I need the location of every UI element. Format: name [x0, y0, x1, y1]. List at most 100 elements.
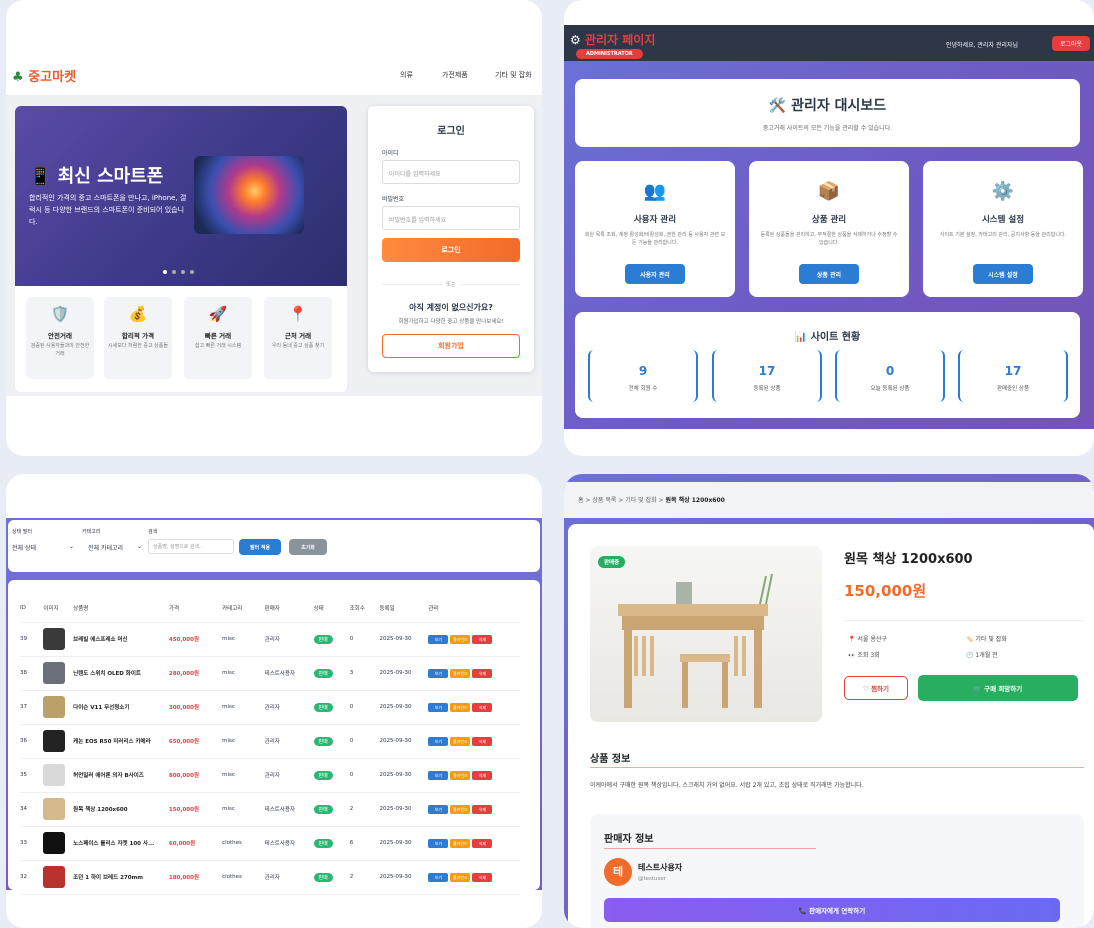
column-header: 등록일: [379, 605, 395, 612]
user-management-button[interactable]: 사용자 관리: [625, 264, 685, 284]
view-button[interactable]: 보기: [428, 668, 449, 678]
carousel-dots[interactable]: [163, 270, 194, 274]
apply-filter-button[interactable]: 필터 적용: [239, 539, 281, 555]
like-button[interactable]: ♡ 찜하기: [844, 676, 908, 700]
pw-label: 비밀번호: [382, 196, 405, 203]
hide-button[interactable]: 올라인드: [450, 872, 471, 882]
row-price: 150,000원: [168, 807, 200, 813]
row-date: 2025-09-30: [379, 670, 412, 676]
row-price: 450,000원: [168, 637, 200, 643]
nav-misc[interactable]: 기타 및 잡화: [495, 70, 532, 80]
row-name: 조던 1 하이 브레드 270mm: [73, 875, 144, 881]
status-filter-label: 상태 필터: [12, 529, 32, 535]
row-date: 2025-09-30: [379, 840, 412, 846]
id-input[interactable]: 아이디를 입력하세요: [382, 160, 520, 184]
view-button[interactable]: 보기: [428, 736, 449, 746]
product-thumbnail: [43, 798, 66, 820]
row-status: 판매: [313, 826, 350, 860]
reset-filter-button[interactable]: 초기화: [289, 539, 327, 555]
delete-button[interactable]: 삭제: [472, 702, 493, 712]
view-button[interactable]: 보기: [428, 804, 449, 814]
column-header: 카테고리: [222, 605, 243, 612]
buy-button[interactable]: 🛒 구매 희망하기: [918, 675, 1078, 701]
hide-button[interactable]: 올라인드: [450, 838, 471, 848]
delete-button[interactable]: 삭제: [472, 668, 493, 678]
feature-fast-trade: 🚀 빠른 거래 쉽고 빠른 거래 시스템: [184, 297, 252, 379]
hero-phone-image: [194, 156, 304, 234]
search-input[interactable]: 상품명, 설명으로 검색...: [148, 539, 234, 554]
table-header-row: ID 이미지 상품명 가격 카테고리 판매자 상태 조회수 등록일 관리: [20, 594, 520, 622]
product-thumbnail: [43, 832, 66, 854]
contact-seller-button[interactable]: 📞 판매자에게 연락하기: [604, 898, 1060, 922]
feature-nearby-trade: 📍 근처 거래 우리 동네 중고 상품 찾기: [264, 297, 332, 379]
hide-button[interactable]: 올라인드: [450, 634, 471, 644]
breadcrumb-list[interactable]: 상품 목록: [592, 497, 616, 504]
product-management-button[interactable]: 상품 관리: [799, 264, 859, 284]
row-views: 0: [349, 772, 354, 778]
category-filter-select[interactable]: 전체 카테고리 ⌄: [88, 540, 144, 554]
row-date: 2025-09-30: [379, 704, 412, 710]
table-row: 32 조던 1 하이 브레드 270mm 180,000원 clothes 관리자 판매 2…: [20, 860, 520, 894]
nav-clothes[interactable]: 의류: [400, 70, 413, 80]
row-actions: 보기 올라인드 삭제: [428, 724, 520, 758]
delete-button[interactable]: 삭제: [472, 634, 493, 644]
logout-button[interactable]: 로그아웃: [1052, 36, 1090, 51]
login-title: 로그인: [437, 126, 465, 137]
delete-button[interactable]: 삭제: [472, 736, 493, 746]
view-button[interactable]: 보기: [428, 770, 449, 780]
rocket-icon: 🚀: [208, 305, 228, 323]
delete-button[interactable]: 삭제: [472, 770, 493, 780]
breadcrumb-home[interactable]: 홈: [578, 497, 584, 504]
row-seller: 테스트사용자: [264, 671, 296, 677]
row-seller: 관리자: [264, 875, 280, 881]
chevron-down-icon: ⌄: [68, 543, 74, 550]
row-date: 2025-09-30: [379, 636, 412, 642]
delete-button[interactable]: 삭제: [472, 872, 493, 882]
status-filter-select[interactable]: 전체 상태 ⌄: [12, 540, 76, 554]
delete-button[interactable]: 삭제: [472, 838, 493, 848]
panel-product-admin-table: 상태 필터 전체 상태 ⌄ 카테고리 전체 카테고리 ⌄ 검색 상품명, 설명으로 …: [6, 474, 542, 928]
product-thumbnail: [43, 662, 66, 684]
card-system-settings: ⚙️ 시스템 설정 사이트 기본 설정, 카테고리 관리, 공지사항 등을 관리…: [923, 161, 1083, 297]
hide-button[interactable]: 올라인드: [450, 702, 471, 712]
row-actions: 보기 올라인드 삭제: [428, 656, 520, 690]
dashboard-title: 🛠️ 관리자 대시보드: [768, 98, 887, 114]
system-settings-button[interactable]: 시스템 설정: [973, 264, 1033, 284]
view-button[interactable]: 보기: [428, 634, 449, 644]
hide-button[interactable]: 올라인드: [450, 668, 471, 678]
view-button[interactable]: 보기: [428, 872, 449, 882]
hero-title: 📱 최신 스마트폰: [29, 166, 164, 187]
view-button[interactable]: 보기: [428, 702, 449, 712]
breadcrumb-category[interactable]: 기타 및 잡화: [625, 497, 656, 504]
admin-title: ⚙ 관리자 페이지: [570, 33, 656, 47]
recycle-icon: ♣: [12, 70, 24, 85]
row-category: misc: [222, 636, 235, 642]
row-thumbnail: [43, 622, 73, 656]
column-header: 관리: [428, 605, 439, 612]
product-info-title: 상품 정보: [590, 754, 631, 765]
delete-button[interactable]: 삭제: [472, 804, 493, 814]
hide-button[interactable]: 올라인드: [450, 736, 471, 746]
brand-logo[interactable]: ♣ 중고마켓: [12, 66, 76, 85]
row-seller: 관리자: [264, 739, 280, 745]
panel-admin-dashboard: ⚙ 관리자 페이지 ADMINISTRATOR 안녕하세요, 관리자 관리자님 …: [564, 0, 1094, 456]
nav-appliances[interactable]: 가전제품: [442, 70, 468, 80]
search-label: 검색: [148, 529, 158, 535]
info-divider: [590, 767, 1084, 768]
row-date: 2025-09-30: [379, 806, 412, 812]
row-thumbnail: [43, 656, 73, 690]
login-button[interactable]: 로그인: [382, 238, 520, 262]
seller-handle: @testuser: [638, 876, 667, 882]
row-category: misc: [222, 670, 235, 676]
hide-button[interactable]: 올라인드: [450, 804, 471, 814]
pw-input[interactable]: 비밀번호를 입력하세요: [382, 206, 520, 230]
table-row: 36 캐논 EOS R50 미러리스 카메라 650,000원 misc 관리자 판매 0 2…: [20, 724, 520, 758]
row-status: 판매: [313, 792, 350, 826]
row-id: 37: [20, 704, 27, 710]
signup-button[interactable]: 회원가입: [382, 334, 520, 358]
product-thumbnail: [43, 764, 66, 786]
view-button[interactable]: 보기: [428, 838, 449, 848]
product-thumbnail: [43, 866, 66, 888]
hide-button[interactable]: 올라인드: [450, 770, 471, 780]
eyes-icon: 👀: [848, 652, 856, 659]
